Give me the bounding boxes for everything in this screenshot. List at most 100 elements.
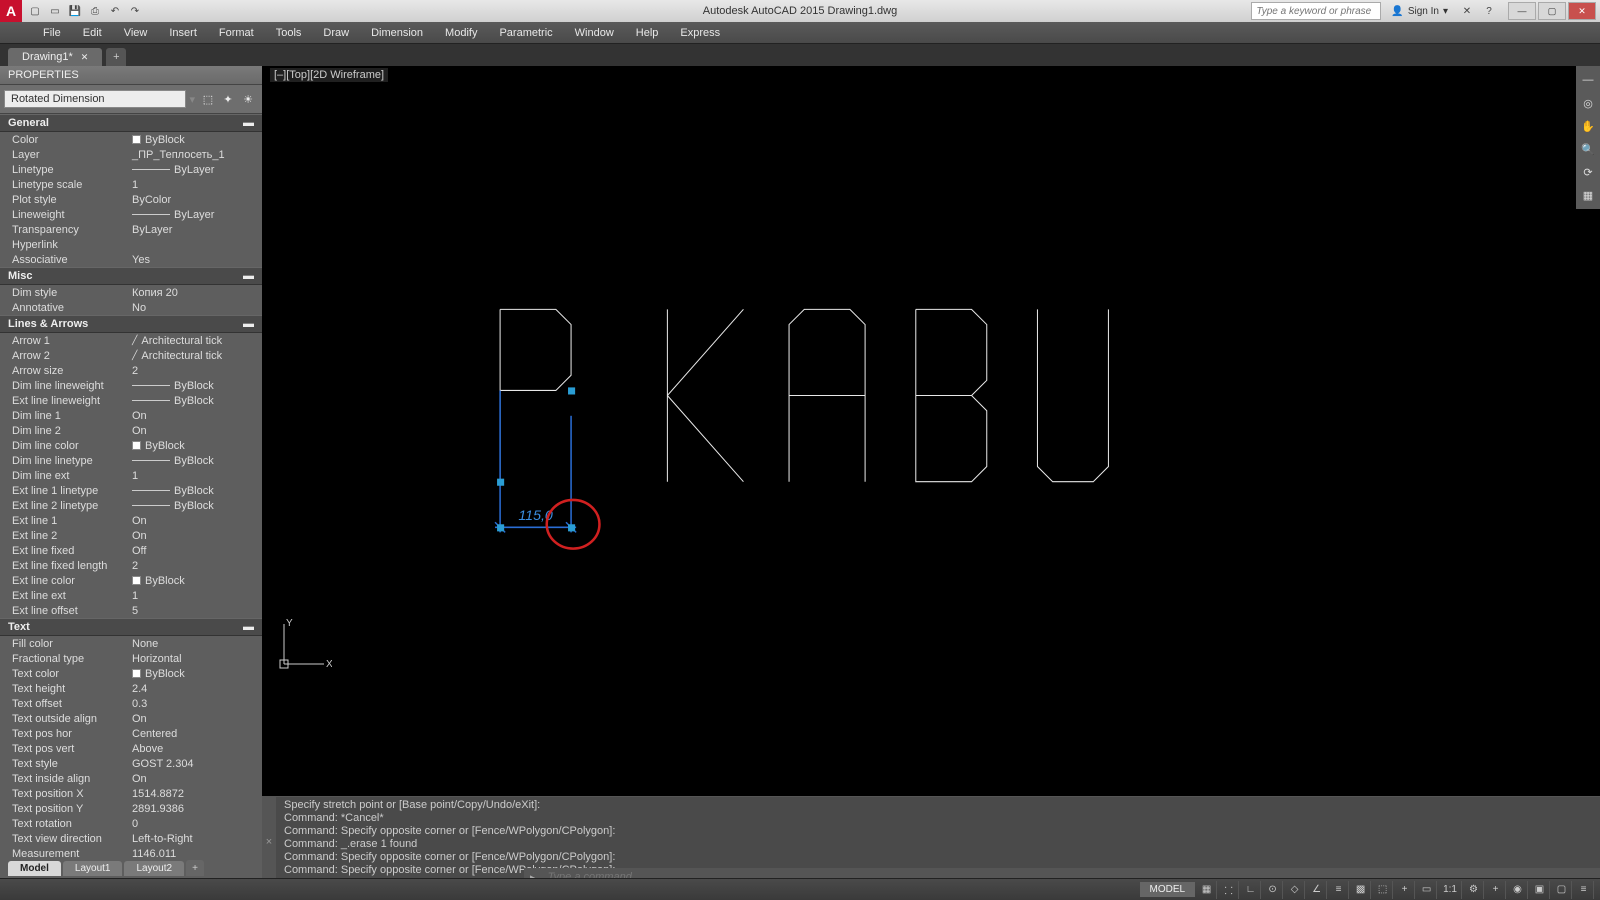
isolate-icon[interactable]: ▣ <box>1530 881 1550 899</box>
help-search-input[interactable] <box>1251 2 1381 20</box>
clean-screen-icon[interactable]: ▢ <box>1552 881 1572 899</box>
prop-value[interactable]: Yes <box>130 254 262 266</box>
ortho-icon[interactable]: ∟ <box>1241 881 1261 899</box>
snap-icon[interactable]: ⸬ <box>1219 881 1239 899</box>
prop-value[interactable]: ByLayer <box>130 224 262 236</box>
menu-modify[interactable]: Modify <box>435 25 487 41</box>
menu-window[interactable]: Window <box>565 25 624 41</box>
prop-value[interactable]: On <box>130 773 262 785</box>
prop-value[interactable]: Off <box>130 545 262 557</box>
prop-value[interactable]: ╱Architectural tick <box>130 335 262 347</box>
layout-tab-model[interactable]: Model <box>8 861 61 876</box>
prop-value[interactable]: 1 <box>130 179 262 191</box>
prop-row[interactable]: Plot styleByColor <box>0 192 262 207</box>
hardware-accel-icon[interactable]: ◉ <box>1508 881 1528 899</box>
prop-row[interactable]: Dim line colorByBlock <box>0 438 262 453</box>
workspace-icon[interactable]: ⚙ <box>1464 881 1484 899</box>
prop-row[interactable]: Ext line colorByBlock <box>0 573 262 588</box>
orbit-icon[interactable]: ⟳ <box>1578 162 1598 182</box>
menu-edit[interactable]: Edit <box>73 25 112 41</box>
prop-row[interactable]: Ext line 2 linetypeByBlock <box>0 498 262 513</box>
prop-value[interactable]: ByBlock <box>130 395 262 407</box>
prop-row[interactable]: LinetypeByLayer <box>0 162 262 177</box>
layout-tab-2[interactable]: Layout2 <box>124 861 184 876</box>
prop-value[interactable]: ByBlock <box>130 380 262 392</box>
otrack-icon[interactable]: ∠ <box>1307 881 1327 899</box>
menu-file[interactable]: File <box>33 25 71 41</box>
redo-icon[interactable]: ↷ <box>126 2 144 20</box>
menu-format[interactable]: Format <box>209 25 264 41</box>
prop-value[interactable]: 5 <box>130 605 262 617</box>
menu-parametric[interactable]: Parametric <box>489 25 562 41</box>
prop-value[interactable]: 2 <box>130 365 262 377</box>
prop-row[interactable]: Ext line offset5 <box>0 603 262 618</box>
prop-row[interactable]: ColorByBlock <box>0 132 262 147</box>
prop-row[interactable]: Dim line 1On <box>0 408 262 423</box>
sign-in-button[interactable]: 👤 Sign In ▾ <box>1385 6 1454 17</box>
prop-row[interactable]: Dim line linetypeByBlock <box>0 453 262 468</box>
prop-value[interactable]: 0 <box>130 818 262 830</box>
prop-value[interactable]: On <box>130 530 262 542</box>
prop-row[interactable]: Text offset0.3 <box>0 696 262 711</box>
prop-value[interactable]: ByLayer <box>130 164 262 176</box>
prop-section-general[interactable]: General▬ <box>0 114 262 132</box>
prop-row[interactable]: Text pos vertAbove <box>0 741 262 756</box>
layout-tab-1[interactable]: Layout1 <box>63 861 123 876</box>
prop-row[interactable]: Text colorByBlock <box>0 666 262 681</box>
prop-value[interactable]: ByBlock <box>130 455 262 467</box>
prop-value[interactable]: 0.3 <box>130 698 262 710</box>
prop-value[interactable]: ByBlock <box>130 440 262 452</box>
chevron-down-icon[interactable]: ▾ <box>186 93 198 106</box>
prop-value[interactable]: ByBlock <box>130 575 262 587</box>
collapse-icon[interactable]: ▬ <box>243 270 254 282</box>
prop-row[interactable]: Arrow 1╱Architectural tick <box>0 333 262 348</box>
prop-value[interactable]: _ПР_Теплосеть_1 <box>130 149 262 161</box>
prop-section-misc[interactable]: Misc▬ <box>0 267 262 285</box>
prop-row[interactable]: Text styleGOST 2.304 <box>0 756 262 771</box>
prop-value[interactable]: On <box>130 410 262 422</box>
prop-value[interactable]: Horizontal <box>130 653 262 665</box>
prop-value[interactable]: ByLayer <box>130 209 262 221</box>
prop-value[interactable]: No <box>130 302 262 314</box>
menu-tools[interactable]: Tools <box>266 25 312 41</box>
prop-row[interactable]: Text inside alignOn <box>0 771 262 786</box>
select-objects-icon[interactable]: ☀ <box>238 89 258 109</box>
prop-value[interactable]: ByColor <box>130 194 262 206</box>
prop-row[interactable]: Ext line 2On <box>0 528 262 543</box>
grid-icon[interactable]: ▦ <box>1197 881 1217 899</box>
prop-value[interactable]: Left-to-Right <box>130 833 262 845</box>
prop-value[interactable]: GOST 2.304 <box>130 758 262 770</box>
prop-row[interactable]: Ext line 1 linetypeByBlock <box>0 483 262 498</box>
close-tab-icon[interactable]: ✕ <box>81 52 89 63</box>
dynamic-input-icon[interactable]: + <box>1395 881 1415 899</box>
selection-dropdown[interactable]: Rotated Dimension <box>4 90 186 108</box>
annotation-scale[interactable]: 1:1 <box>1439 881 1462 899</box>
prop-row[interactable]: Linetype scale1 <box>0 177 262 192</box>
pan-icon[interactable]: ✋ <box>1578 116 1598 136</box>
prop-value[interactable]: ByBlock <box>130 134 262 146</box>
selection-cycling-icon[interactable]: ⬚ <box>1373 881 1393 899</box>
prop-value[interactable]: Копия 20 <box>130 287 262 299</box>
prop-row[interactable]: Dim line 2On <box>0 423 262 438</box>
prop-section-lines[interactable]: Lines & Arrows▬ <box>0 315 262 333</box>
prop-row[interactable]: Fractional typeHorizontal <box>0 651 262 666</box>
prop-row[interactable]: Text height2.4 <box>0 681 262 696</box>
prop-section-text[interactable]: Text▬ <box>0 618 262 636</box>
transparency-icon[interactable]: ▩ <box>1351 881 1371 899</box>
zoom-extents-icon[interactable]: 🔍 <box>1578 139 1598 159</box>
prop-row[interactable]: Ext line fixed length2 <box>0 558 262 573</box>
prop-value[interactable]: On <box>130 425 262 437</box>
prop-row[interactable]: LineweightByLayer <box>0 207 262 222</box>
lineweight-icon[interactable]: ≡ <box>1329 881 1349 899</box>
prop-row[interactable]: TransparencyByLayer <box>0 222 262 237</box>
prop-value[interactable]: On <box>130 515 262 527</box>
close-button[interactable]: ✕ <box>1568 2 1596 20</box>
polar-icon[interactable]: ⊙ <box>1263 881 1283 899</box>
app-logo[interactable]: A <box>0 0 22 22</box>
menu-dimension[interactable]: Dimension <box>361 25 433 41</box>
prop-row[interactable]: Text view directionLeft-to-Right <box>0 831 262 846</box>
prop-value[interactable]: ╱Architectural tick <box>130 350 262 362</box>
prop-row[interactable]: Layer_ПР_Теплосеть_1 <box>0 147 262 162</box>
prop-value[interactable]: 2 <box>130 560 262 572</box>
prop-value[interactable]: 2.4 <box>130 683 262 695</box>
